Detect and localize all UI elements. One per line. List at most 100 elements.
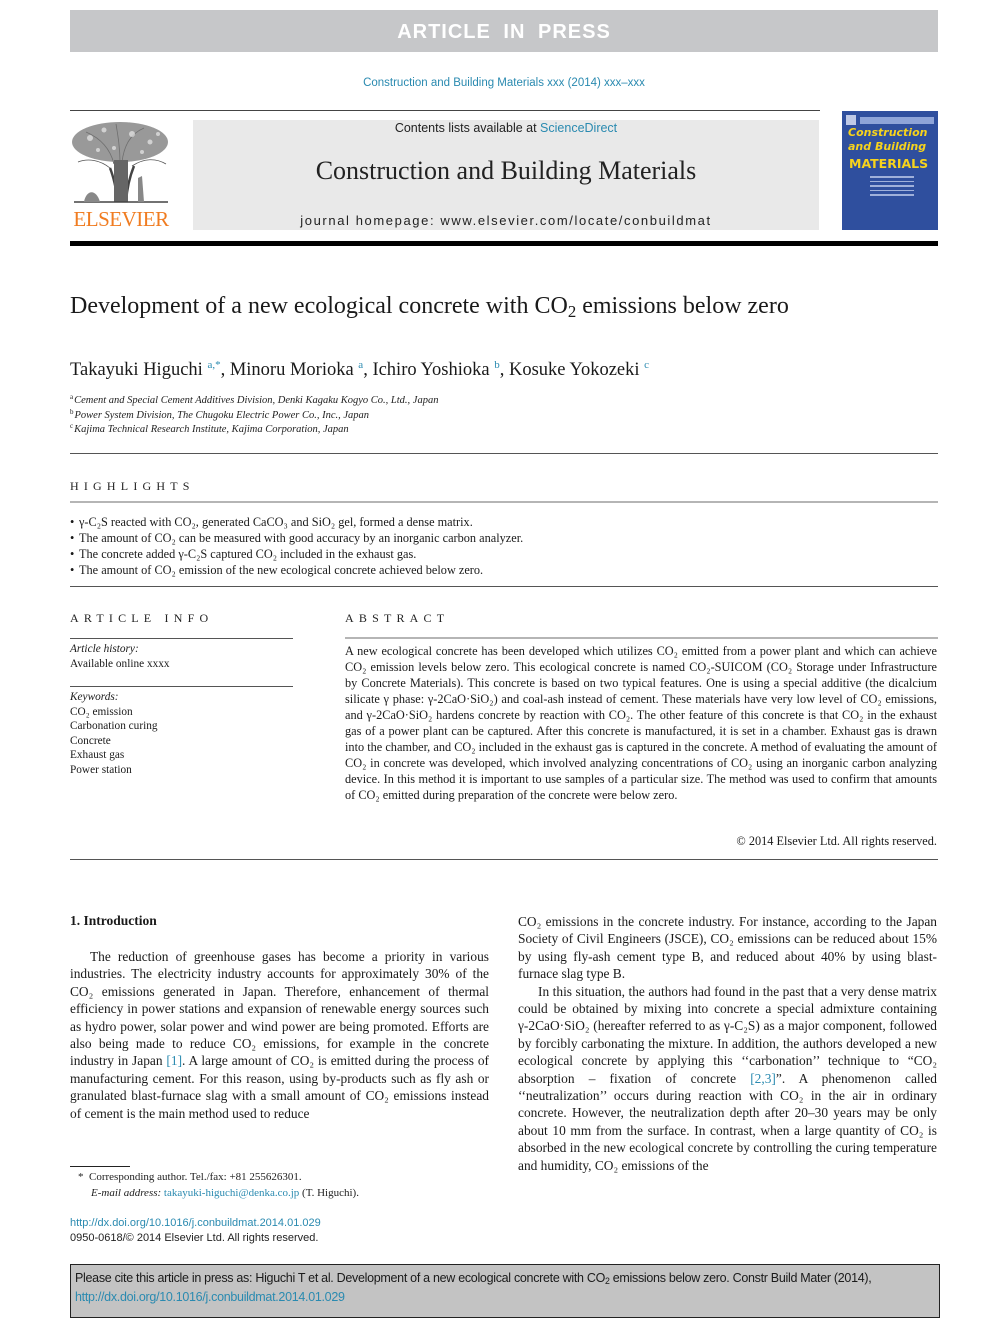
author-sep: , [499, 360, 509, 380]
affiliation-key: a [70, 393, 74, 401]
author-name: Takayuki Higuchi [70, 360, 203, 380]
keyword[interactable]: Exhaust gas [70, 748, 158, 763]
highlight-item: • γ-C₂S reacted with CO₂, generated CaCO₃… [70, 514, 523, 530]
author[interactable]: Minoru Morioka a [229, 360, 363, 381]
journal-homepage[interactable]: journal homepage: www.elsevier.com/locat… [193, 213, 819, 228]
paragraph: In this situation, the authors had found… [518, 983, 937, 1174]
divider [345, 637, 938, 639]
cover-materials: MATERIALS [849, 156, 929, 171]
article-history: Article history: Available online xxxx [70, 642, 170, 671]
highlight-text: The concrete added γ-C₂S captured CO₂ in… [79, 547, 417, 561]
affiliation: bPower System Division, The Chugoku Elec… [70, 408, 370, 422]
affiliation: cKajima Technical Research Institute, Ka… [70, 422, 349, 436]
divider [70, 638, 293, 639]
highlight-item: • The concrete added γ-C₂S captured CO₂ i… [70, 546, 523, 562]
email-link[interactable]: takayuki-higuchi@denka.co.jp [164, 1187, 299, 1199]
history-value: Available online xxxx [70, 657, 170, 670]
divider [70, 686, 293, 687]
author-list: Takayuki Higuchi a,*, Minoru Morioka a, … [70, 360, 649, 381]
journal-reference[interactable]: Construction and Building Materials xxx … [0, 77, 992, 89]
abstract-text: A new ecological concrete has been devel… [345, 644, 937, 802]
bullet-icon: • [70, 531, 75, 545]
article-title: Development of a new ecological concrete… [70, 291, 830, 321]
keywords-label: Keywords: [70, 691, 119, 703]
highlights-heading: HIGHLIGHTS [70, 479, 195, 493]
title-text-2: emissions below zero [576, 293, 789, 319]
divider [70, 859, 938, 860]
highlight-text: γ-C₂S reacted with CO₂, generated CaCO₃ … [79, 515, 473, 529]
author-affil-link[interactable]: c [644, 359, 649, 371]
bullet-icon: • [70, 515, 75, 529]
citation-link[interactable]: [2,3] [750, 1071, 776, 1086]
contents-line: Contents lists available at ScienceDirec… [193, 121, 819, 135]
cover-publisher-mark [846, 115, 856, 125]
header-thick-rule [70, 241, 938, 246]
divider [70, 501, 938, 503]
keyword[interactable]: Carbonation curing [70, 719, 158, 734]
paragraph: CO₂ emissions in the concrete industry. … [518, 914, 937, 982]
affiliation-text: Power System Division, The Chugoku Elect… [74, 410, 370, 421]
affiliation-text: Kajima Technical Research Institute, Kaj… [74, 424, 349, 435]
author-name: Ichiro Yoshioka [372, 360, 490, 380]
affiliation: aCement and Special Cement Additives Div… [70, 393, 438, 407]
email-suffix: (T. Higuchi). [299, 1187, 359, 1199]
author-name: Minoru Morioka [229, 360, 354, 380]
elsevier-wordmark: ELSEVIER [73, 207, 169, 231]
author[interactable]: Takayuki Higuchi a,* [70, 359, 221, 381]
cover-subtitle-lines [870, 176, 914, 199]
issn-line: 0950-0618/© 2014 Elsevier Ltd. All right… [70, 1232, 319, 1244]
affiliation-key: b [70, 408, 74, 416]
email-label: E-mail address: [91, 1187, 164, 1199]
highlight-item: • The amount of CO₂ emission of the new e… [70, 562, 523, 578]
abstract-copyright: © 2014 Elsevier Ltd. All rights reserved… [736, 834, 937, 848]
footnote-text: Corresponding author. Tel./fax: +81 2556… [89, 1171, 302, 1183]
keyword[interactable]: CO₂ emission [70, 705, 158, 720]
elsevier-logo[interactable]: ELSEVIER [70, 118, 172, 232]
affiliation-key: c [70, 422, 74, 430]
highlight-text: The amount of CO₂ can be measured with g… [79, 531, 524, 545]
highlights-list: • γ-C₂S reacted with CO₂, generated CaCO₃… [70, 514, 523, 578]
author-affil-link[interactable]: a,* [207, 359, 220, 371]
elsevier-tree-icon [72, 122, 168, 203]
body-column-right: CO₂ emissions in the concrete industry. … [518, 913, 937, 1174]
citation-doi-link[interactable]: http://dx.doi.org/10.1016/j.conbuildmat.… [75, 1288, 939, 1307]
citation-text-1: Please cite this article in press as: Hi… [75, 1271, 606, 1285]
keyword[interactable]: Concrete [70, 734, 158, 749]
email-line: E-mail address: takayuki-higuchi@denka.c… [70, 1185, 359, 1201]
author-sep: , [220, 360, 230, 380]
highlight-item: • The amount of CO₂ can be measured with … [70, 530, 523, 546]
footnote-marker: * [78, 1171, 84, 1183]
paragraph: The reduction of greenhouse gases has be… [70, 948, 489, 1122]
divider [70, 453, 938, 454]
abstract-heading: ABSTRACT [345, 611, 450, 625]
introduction-heading: 1. Introduction [70, 913, 157, 928]
cover-title: Construction and Building [848, 126, 927, 154]
paragraph-text: The reduction of greenhouse gases has be… [70, 949, 489, 1069]
cover-title-line2: and Building [848, 140, 927, 153]
divider [70, 586, 938, 587]
article-info-heading: ARTICLE INFO [70, 611, 214, 625]
header-divider [70, 110, 820, 111]
sciencedirect-link[interactable]: ScienceDirect [540, 121, 617, 135]
keywords-block: Keywords: CO₂ emission Carbonation curin… [70, 690, 158, 777]
journal-header: Contents lists available at ScienceDirec… [193, 120, 819, 230]
bullet-icon: • [70, 547, 75, 561]
contents-prefix: Contents lists available at [394, 121, 541, 135]
footnote-rule [70, 1166, 130, 1167]
author[interactable]: Kosuke Yokozeki c [508, 359, 649, 381]
author[interactable]: Ichiro Yoshioka b [372, 360, 499, 381]
keyword[interactable]: Power station [70, 763, 158, 778]
doi-link[interactable]: http://dx.doi.org/10.1016/j.conbuildmat.… [70, 1216, 321, 1231]
highlight-text: The amount of CO₂ emission of the new ec… [79, 563, 484, 577]
article-in-press-banner: ARTICLE IN PRESS [70, 10, 938, 52]
cover-title-line1: Construction [848, 126, 928, 139]
doi-block: http://dx.doi.org/10.1016/j.conbuildmat.… [70, 1216, 321, 1246]
title-subscript: 2 [567, 302, 577, 322]
citation-link[interactable]: [1] [166, 1053, 182, 1068]
body-column-left: The reduction of greenhouse gases has be… [70, 948, 489, 1122]
author-name: Kosuke Yokozeki [508, 360, 640, 380]
corresponding-author-note: * Corresponding author. Tel./fax: +81 25… [70, 1169, 359, 1185]
journal-cover-thumbnail[interactable]: Construction and Building MATERIALS [842, 111, 938, 230]
title-text-1: Development of a new ecological concrete… [70, 293, 568, 319]
citation-box: Please cite this article in press as: Hi… [70, 1264, 940, 1318]
